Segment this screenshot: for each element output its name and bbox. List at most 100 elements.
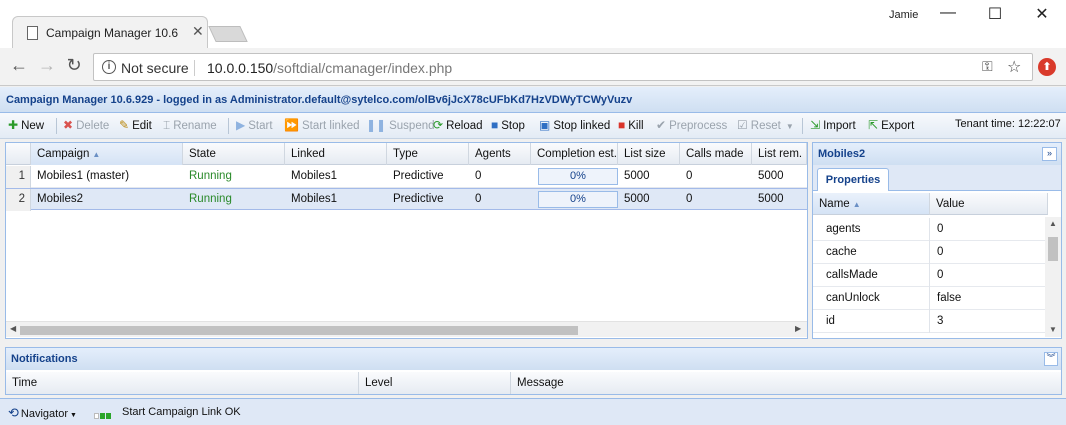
stop-linked-button[interactable]: ▣ Stop linked (539, 118, 610, 132)
navigator-menu-button[interactable]: ⟲ Navigator ▼ (8, 405, 77, 421)
browser-tab[interactable]: Campaign Manager 10.6 ✕ (12, 16, 208, 48)
main-toolbar: ✚ New ✖ Delete ✎ Edit ⌶ Rename ▶ Start ⏩ Start… (0, 113, 1066, 139)
cell-linked: Mobiles1 (291, 170, 338, 182)
property-name: canUnlock (820, 287, 930, 310)
column-header-level[interactable]: Level (359, 372, 511, 394)
close-icon[interactable]: ✕ (192, 23, 204, 40)
column-header-message[interactable]: Message (511, 372, 1061, 394)
properties-panel: Mobiles2 » Properties Name ▲ Value agents… (812, 142, 1062, 339)
minimize-icon[interactable]: — (938, 4, 958, 22)
row-number: 2 (6, 189, 31, 211)
stop-button[interactable]: ■ Stop (491, 118, 525, 132)
column-header-campaign[interactable]: Campaign ▲ (31, 143, 183, 165)
stop-label: Stop (501, 120, 525, 132)
column-header-time[interactable]: Time (6, 372, 359, 394)
property-row[interactable]: canUnlock false (813, 287, 1045, 310)
kill-icon: ■ (618, 118, 626, 132)
stop-icon: ■ (491, 118, 499, 132)
preprocess-button[interactable]: ✔ Preprocess (656, 118, 727, 132)
cell-type: Predictive (393, 193, 444, 205)
reset-button[interactable]: ☑ Reset ▼ (737, 118, 794, 132)
suspend-button[interactable]: ❚❚ Suspend (366, 118, 435, 132)
scroll-left-icon[interactable]: ◀ (10, 324, 16, 333)
chevron-down-icon: ▼ (69, 412, 77, 419)
url-input[interactable]: i Not secure 10.0.0.150/softdial/cmanage… (93, 53, 1033, 81)
reset-icon: ☑ (737, 118, 748, 132)
vertical-scrollbar[interactable]: ▲ ▼ (1045, 217, 1061, 337)
key-icon[interactable]: ⚿ (982, 58, 993, 75)
start-linked-label: Start linked (301, 120, 360, 132)
profile-name[interactable]: Jamie (889, 9, 918, 21)
delete-button[interactable]: ✖ Delete (63, 118, 109, 132)
scrollbar-thumb[interactable] (1048, 237, 1058, 261)
scrollbar-thumb[interactable] (20, 326, 578, 335)
cell-agents: 0 (475, 193, 482, 205)
status-bar: ⟲ Navigator ▼ Start Campaign Link OK (0, 398, 1066, 425)
tab-title: Campaign Manager 10.6 (46, 26, 179, 40)
reload-button[interactable]: ⟳ Reload (433, 118, 483, 132)
start-button[interactable]: ▶ Start (236, 118, 273, 132)
cell-state: Running (189, 193, 232, 205)
maximize-icon[interactable]: ☐ (985, 4, 1005, 24)
extension-icon[interactable]: ⬆ (1038, 58, 1056, 76)
collapse-right-icon[interactable]: » (1042, 147, 1057, 161)
window-close-icon[interactable]: ✕ (1032, 4, 1052, 24)
column-header-list-rem[interactable]: List rem. (752, 143, 807, 165)
forward-arrow-icon[interactable]: → (36, 55, 58, 76)
collapse-down-icon[interactable]: ︾ (1044, 352, 1058, 366)
browser-titlebar: Campaign Manager 10.6 ✕ Jamie — ☐ ✕ (0, 0, 1066, 48)
reload-icon[interactable]: ↻ (63, 55, 85, 76)
info-icon[interactable]: i (102, 60, 116, 74)
start-linked-button[interactable]: ⏩ Start linked (284, 118, 359, 132)
row-number: 1 (6, 166, 31, 188)
column-header-completion[interactable]: Completion est. (531, 143, 618, 165)
property-row[interactable]: callsMade 0 (813, 264, 1045, 287)
column-header-type[interactable]: Type (387, 143, 469, 165)
cell-list-rem: 5000 (758, 193, 784, 205)
property-value: 0 (937, 269, 944, 281)
tab-properties[interactable]: Properties (817, 168, 889, 191)
table-row-selected[interactable]: 2 Mobiles2 Running Mobiles1 Predictive 0… (6, 188, 807, 211)
column-header-name[interactable]: Name ▲ (813, 193, 930, 215)
bookmark-star-icon[interactable]: ☆ (1007, 57, 1021, 77)
column-header-calls-made[interactable]: Calls made (680, 143, 752, 165)
property-row[interactable]: cache 0 (813, 241, 1045, 264)
export-button[interactable]: ⇱ Export (868, 118, 914, 132)
cell-campaign: Mobiles2 (37, 193, 84, 205)
column-header-agents[interactable]: Agents (469, 143, 531, 165)
navigator-label: Navigator (20, 408, 68, 420)
scroll-right-icon[interactable]: ▶ (795, 324, 801, 333)
tenant-time: Tenant time: 12:22:07 (955, 118, 1061, 130)
column-header-list-size[interactable]: List size (618, 143, 680, 165)
cell-type: Predictive (393, 170, 444, 182)
scroll-down-icon[interactable]: ▼ (1049, 325, 1057, 334)
new-tab-button[interactable] (208, 26, 248, 42)
completion-progress: 0% (538, 191, 618, 208)
edit-button[interactable]: ✎ Edit (119, 118, 152, 132)
url-text[interactable]: 10.0.0.150/softdial/cmanager/index.php (207, 60, 452, 76)
kill-button[interactable]: ■ Kill (618, 118, 644, 132)
horizontal-scrollbar[interactable]: ◀ ▶ (6, 321, 807, 337)
navigator-icon: ⟲ (8, 405, 19, 420)
start-label: Start (248, 120, 273, 132)
sort-asc-icon: ▲ (92, 150, 101, 159)
table-row[interactable]: 1 Mobiles1 (master) Running Mobiles1 Pre… (6, 166, 807, 188)
play-linked-icon: ⏩ (284, 118, 299, 132)
new-button[interactable]: ✚ New (8, 118, 44, 132)
property-row[interactable]: id 3 (813, 310, 1045, 333)
security-label[interactable]: Not secure (121, 60, 189, 76)
toolbar-divider (56, 118, 57, 134)
properties-panel-title: Mobiles2 (818, 148, 866, 160)
back-arrow-icon[interactable]: ← (8, 55, 30, 76)
column-header-linked[interactable]: Linked (285, 143, 387, 165)
column-header-value[interactable]: Value (930, 193, 1048, 215)
property-row[interactable]: agents 0 (813, 218, 1045, 241)
property-name: agents (820, 218, 930, 241)
scroll-up-icon[interactable]: ▲ (1049, 219, 1057, 228)
column-header-state[interactable]: State (183, 143, 285, 165)
cell-list-size: 5000 (624, 170, 650, 182)
rename-button[interactable]: ⌶ Rename (163, 118, 217, 133)
notifications-panel: Notifications ︾ Time Level Message (5, 347, 1062, 395)
notifications-title: Notifications (11, 353, 78, 365)
import-button[interactable]: ⇲ Import (810, 118, 856, 132)
